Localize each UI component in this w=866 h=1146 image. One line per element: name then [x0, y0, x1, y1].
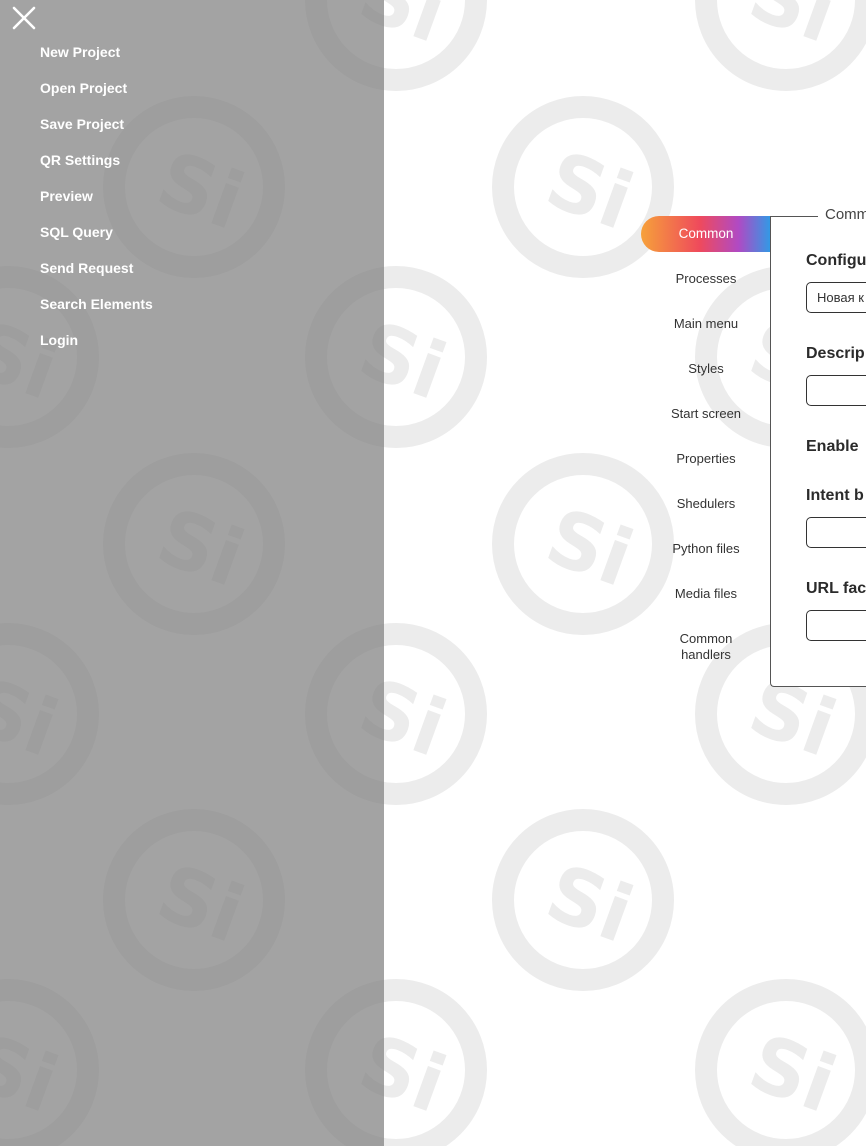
tab-common-handlers[interactable]: Common handlers	[641, 631, 771, 663]
menu-item-save-project[interactable]: Save Project	[40, 116, 124, 132]
tab-common-handlers-line2: handlers	[681, 647, 731, 662]
enable-option-label: Enable	[806, 438, 859, 455]
menu-item-open-project[interactable]: Open Project	[40, 80, 127, 96]
url-label: URL fac	[806, 580, 866, 597]
tab-properties[interactable]: Properties	[641, 451, 771, 467]
menu-item-new-project[interactable]: New Project	[40, 44, 120, 60]
tab-python-files[interactable]: Python files	[641, 541, 771, 557]
description-input[interactable]	[806, 375, 866, 406]
tab-start-screen[interactable]: Start screen	[641, 406, 771, 422]
tab-styles[interactable]: Styles	[641, 361, 771, 377]
side-drawer: New Project Open Project Save Project QR…	[0, 0, 384, 1146]
description-label: Descrip	[806, 345, 865, 362]
tab-common[interactable]: Common	[641, 216, 771, 252]
menu-item-search-elements[interactable]: Search Elements	[40, 296, 153, 312]
tab-common-handlers-line1: Common	[679, 631, 733, 646]
close-button[interactable]	[11, 5, 37, 31]
tab-main-menu[interactable]: Main menu	[641, 316, 771, 332]
menu-item-login[interactable]: Login	[40, 332, 78, 348]
configuration-name-label: Configu	[806, 252, 866, 269]
menu-item-sql-query[interactable]: SQL Query	[40, 224, 113, 240]
panel-legend: Comm	[818, 206, 866, 223]
intent-label: Intent b	[806, 487, 864, 504]
tab-media-files[interactable]: Media files	[641, 586, 771, 602]
url-input[interactable]	[806, 610, 866, 641]
tab-shedulers[interactable]: Shedulers	[641, 496, 771, 512]
close-icon	[12, 6, 36, 30]
menu-item-preview[interactable]: Preview	[40, 188, 93, 204]
menu-item-qr-settings[interactable]: QR Settings	[40, 152, 120, 168]
tab-processes[interactable]: Processes	[641, 271, 771, 287]
configuration-name-input[interactable]: Новая к	[806, 282, 866, 313]
menu-item-send-request[interactable]: Send Request	[40, 260, 133, 276]
intent-input[interactable]	[806, 517, 866, 548]
